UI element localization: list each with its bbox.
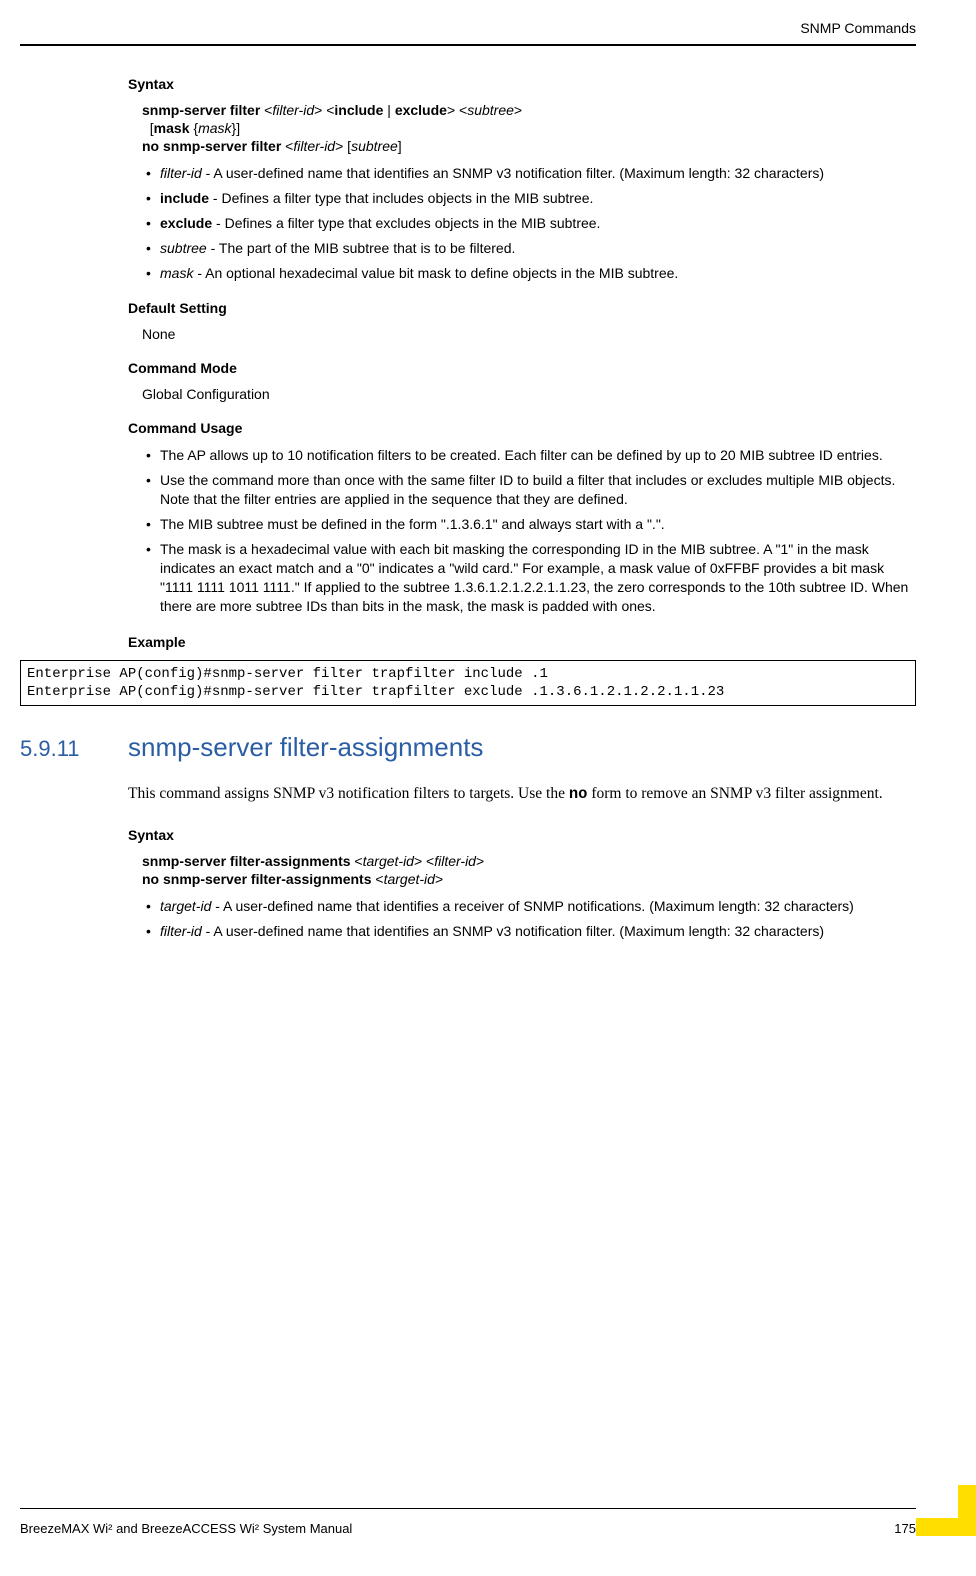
syntax-heading: Syntax <box>128 76 916 92</box>
syntax-line-1: snmp-server filter <filter-id> <include … <box>142 102 916 118</box>
command-mode-value: Global Configuration <box>142 386 916 402</box>
section-title: snmp-server filter-assignments <box>128 732 483 763</box>
list-item: The MIB subtree must be defined in the f… <box>142 515 916 534</box>
footer-page-number: 175 <box>894 1521 916 1536</box>
usage-list: The AP allows up to 10 notification filt… <box>142 446 916 615</box>
list-item: mask - An optional hexadecimal value bit… <box>142 264 916 283</box>
list-item: The mask is a hexadecimal value with eac… <box>142 540 916 616</box>
list-item: exclude - Defines a filter type that exc… <box>142 214 916 233</box>
list-item: filter-id - A user-defined name that ide… <box>142 164 916 183</box>
syntax-line-2: [mask {mask}] <box>142 120 916 136</box>
example-heading: Example <box>128 634 916 650</box>
list-item: filter-id - A user-defined name that ide… <box>142 922 916 941</box>
list-item: Use the command more than once with the … <box>142 471 916 509</box>
syntax-line-2-1: snmp-server filter-assignments <target-i… <box>142 853 916 869</box>
list-item: include - Defines a filter type that inc… <box>142 189 916 208</box>
command-mode-heading: Command Mode <box>128 360 916 376</box>
syntax-line-2-2: no snmp-server filter-assignments <targe… <box>142 871 916 887</box>
list-item: target-id - A user-defined name that ide… <box>142 897 916 916</box>
example-code-block: Enterprise AP(config)#snmp-server filter… <box>20 660 916 706</box>
page-header: SNMP Commands <box>20 20 916 46</box>
syntax-line-3: no snmp-server filter <filter-id> [subtr… <box>142 138 916 154</box>
syntax-block: snmp-server filter <filter-id> <include … <box>142 102 916 154</box>
footer-manual-title: BreezeMAX Wi² and BreezeACCESS Wi² Syste… <box>20 1521 352 1536</box>
section-description: This command assigns SNMP v3 notificatio… <box>128 779 916 809</box>
syntax-block-2: snmp-server filter-assignments <target-i… <box>142 853 916 887</box>
default-setting-heading: Default Setting <box>128 300 916 316</box>
list-item: subtree - The part of the MIB subtree th… <box>142 239 916 258</box>
default-setting-value: None <box>142 326 916 342</box>
syntax-heading-2: Syntax <box>128 827 916 843</box>
section-number: 5.9.11 <box>20 736 128 762</box>
list-item: The AP allows up to 10 notification filt… <box>142 446 916 465</box>
main-content: Syntax snmp-server filter <filter-id> <i… <box>128 76 916 941</box>
page-footer: BreezeMAX Wi² and BreezeACCESS Wi² Syste… <box>20 1508 916 1536</box>
header-title: SNMP Commands <box>800 20 916 36</box>
command-usage-heading: Command Usage <box>128 420 916 436</box>
syntax-params-list: filter-id - A user-defined name that ide… <box>142 164 916 282</box>
footer-corner-decoration <box>916 1518 976 1536</box>
syntax-params-list-2: target-id - A user-defined name that ide… <box>142 897 916 941</box>
section-title-row: 5.9.11 snmp-server filter-assignments <box>20 732 916 763</box>
